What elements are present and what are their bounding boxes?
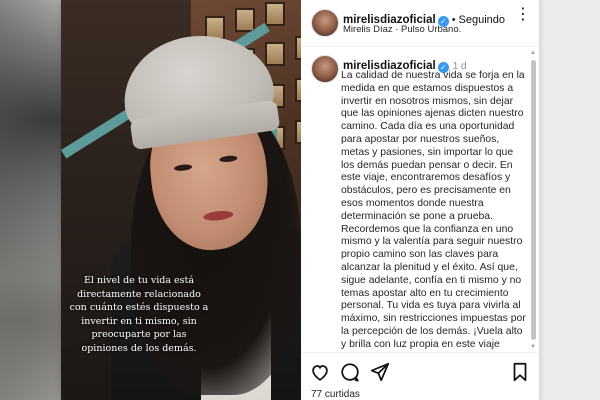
post-photo[interactable]: El nivel de tu vida está directamente re… bbox=[61, 0, 301, 400]
scroll-down-icon[interactable]: ▼ bbox=[530, 344, 536, 350]
caption-text: La calidad de nuestra vida se forja en l… bbox=[341, 70, 526, 352]
caption-area[interactable]: mirelisdiazoficial ✓ 1 d La calidad de nue… bbox=[301, 50, 539, 352]
following-button[interactable]: Seguindo bbox=[459, 14, 506, 26]
scrollbar-thumb[interactable] bbox=[531, 60, 536, 340]
author-subtitle[interactable]: Mirelis Díaz · Pulso Urbano. bbox=[343, 24, 461, 35]
post-header: mirelisdiazoficial ✓ • Seguindo Mirelis Día… bbox=[301, 0, 539, 47]
action-bar: 77 curtidas bbox=[301, 352, 539, 400]
caption-scrollbar[interactable]: ▲ ▼ bbox=[530, 50, 536, 350]
scroll-up-icon[interactable]: ▲ bbox=[530, 50, 536, 56]
bookmark-icon[interactable] bbox=[509, 361, 531, 383]
caption-avatar[interactable] bbox=[311, 55, 339, 83]
comment-icon[interactable] bbox=[339, 361, 361, 383]
likes-count[interactable]: 77 curtidas bbox=[311, 389, 360, 400]
post-details-panel: mirelisdiazoficial ✓ • Seguindo Mirelis Día… bbox=[301, 0, 539, 400]
more-options-icon[interactable]: ⋮ bbox=[515, 7, 531, 24]
share-icon[interactable] bbox=[369, 361, 391, 383]
instagram-post: El nivel de tu vida está directamente re… bbox=[61, 0, 539, 400]
author-avatar[interactable] bbox=[311, 9, 339, 37]
heart-icon[interactable] bbox=[309, 361, 331, 383]
photo-overlay-text: El nivel de tu vida está directamente re… bbox=[69, 275, 209, 354]
